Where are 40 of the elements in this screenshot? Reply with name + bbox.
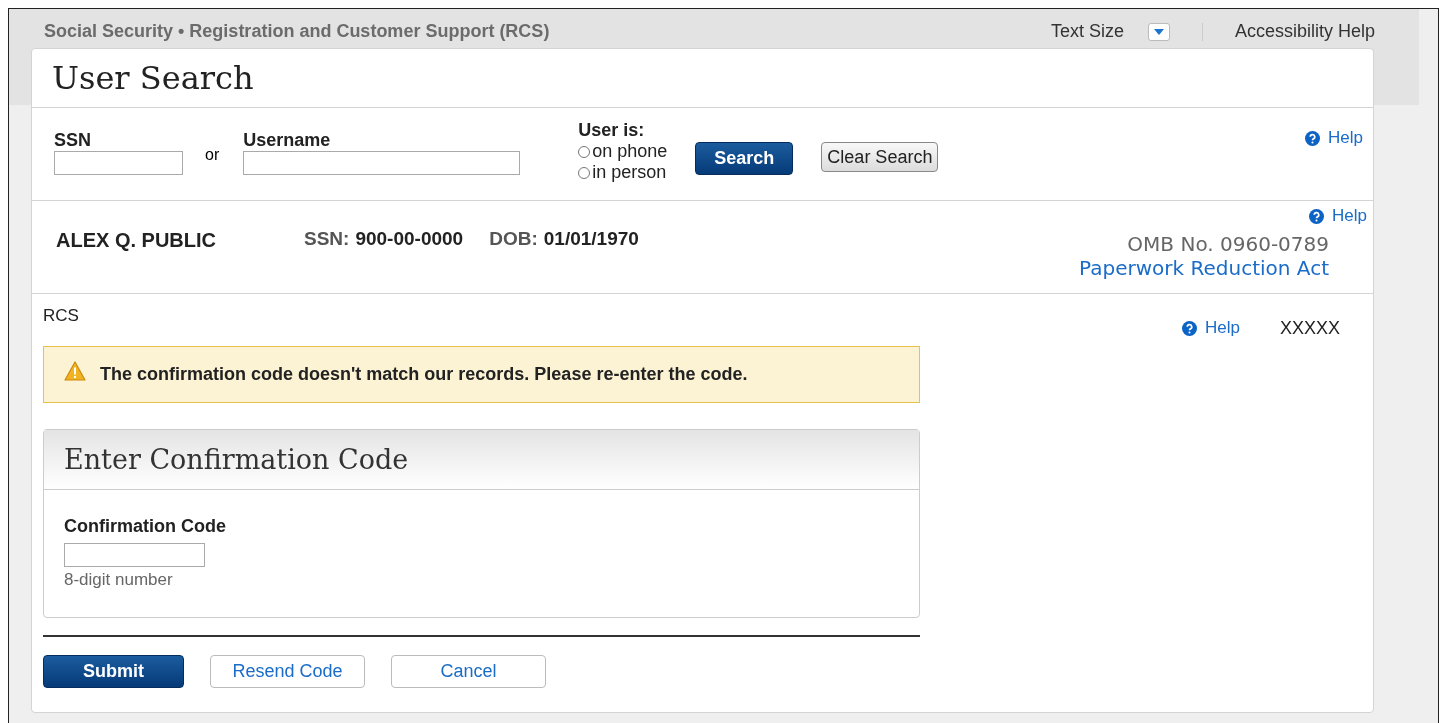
ssn-label: SSN: [304,228,350,250]
action-button[interactable]: Submit [43,655,184,688]
warning-icon [64,360,86,381]
radio-option[interactable]: in person [578,162,668,183]
user-name: ALEX Q. PUBLIC [56,229,216,252]
help-link[interactable]: Help [1305,128,1363,148]
user-is-label: User is: [578,120,646,141]
site-title: Social Security • Registration and Customer Support (RCS) [44,21,550,42]
ssn-field[interactable] [54,151,183,175]
omb-number: OMB No. 0960-0789 [1127,232,1329,256]
alert-message: The confirmation code doesn't match our records. Please re-enter the code. [100,364,748,385]
text-size-dropdown[interactable] [1147,22,1170,41]
paperwork-reduction-act-link[interactable]: Paperwork Reduction Act [1079,256,1329,280]
confirmation-code-field[interactable] [64,543,205,567]
help-link[interactable]: Help [1182,318,1240,338]
action-button[interactable]: Resend Code [210,655,365,688]
dob-label: DOB: [489,228,538,250]
search-button[interactable]: Clear Search [821,142,939,172]
help-icon [1305,130,1321,146]
field-hint: 8-digit number [64,570,173,590]
help-icon [1309,208,1325,224]
action-button[interactable]: Cancel [391,655,546,688]
ssn-label: SSN [54,130,92,151]
username-label: Username [243,130,332,151]
search-button[interactable]: Search [695,142,794,175]
help-link[interactable]: Help [1309,206,1367,226]
or-text: or [205,146,220,164]
panel-title: Enter Confirmation Code [64,444,409,475]
text-size-label: Text Size [1050,21,1124,42]
ssn-value: 900-00-0000 [355,228,464,250]
confirmation-code-label: Confirmation Code [64,516,226,537]
help-icon [1182,320,1197,336]
username-field[interactable] [243,151,521,175]
code-text: XXXXX [1279,317,1340,339]
breadcrumb: RCS [43,306,80,326]
radio-option[interactable]: on phone [578,141,668,162]
page-title: User Search [52,59,254,97]
caret-icon [1153,28,1164,35]
accessibility-help-link[interactable]: Accessibility Help [1234,21,1375,42]
dob-value: 01/01/1970 [543,228,639,250]
